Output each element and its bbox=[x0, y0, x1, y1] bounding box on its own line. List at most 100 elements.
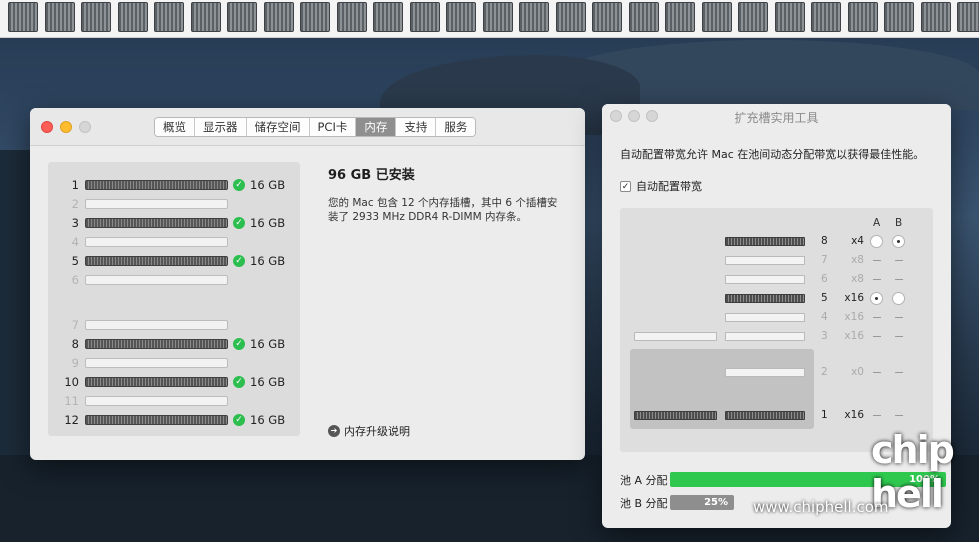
memory-slot: 8 ✓ 16 GB bbox=[48, 336, 300, 352]
auto-config-label: 自动配置带宽 bbox=[636, 180, 702, 193]
memory-slot: 1 ✓ 16 GB bbox=[48, 177, 300, 193]
dimm-chip bbox=[847, 2, 878, 32]
bandwidth-description: 自动配置带宽允许 Mac 在池间动态分配带宽以获得最佳性能。 bbox=[620, 148, 925, 161]
slot-number: 8 bbox=[821, 235, 828, 247]
dimm-chip bbox=[738, 2, 768, 32]
memory-slot: 4 bbox=[48, 234, 300, 250]
pool-a-unavailable bbox=[873, 372, 881, 373]
pool-label: 池 A 分配 bbox=[620, 474, 668, 487]
dimm-chip bbox=[519, 2, 549, 32]
memory-slot: 7 bbox=[48, 317, 300, 333]
titlebar: 概览 显示器 储存空间 PCI卡 内存 支持 服务 bbox=[30, 108, 585, 146]
arrow-right-circle-icon: ➔ bbox=[328, 425, 340, 437]
dimm-chip bbox=[482, 2, 513, 32]
slot-number: 4 bbox=[71, 235, 79, 249]
lane-width: x16 bbox=[844, 311, 864, 323]
zoom-button[interactable] bbox=[79, 121, 91, 133]
pool-a-unavailable bbox=[873, 260, 881, 261]
lane-width: x8 bbox=[851, 254, 864, 266]
empty-pcie-slot bbox=[634, 332, 717, 341]
pool-b-radio[interactable] bbox=[892, 292, 905, 305]
checkbox-icon: ✓ bbox=[620, 180, 631, 192]
slot-number: 11 bbox=[64, 394, 79, 408]
close-button[interactable] bbox=[41, 121, 53, 133]
pcie-card bbox=[725, 411, 805, 420]
pool-a-unavailable bbox=[873, 317, 881, 318]
tab-bar: 概览 显示器 储存空间 PCI卡 内存 支持 服务 bbox=[154, 117, 477, 137]
pcie-slot: 4 x16 bbox=[620, 311, 933, 324]
slot-size: 16 GB bbox=[250, 216, 286, 230]
lane-width: x16 bbox=[844, 330, 864, 342]
dimm-module bbox=[85, 339, 228, 349]
pool-a-unavailable bbox=[873, 279, 881, 280]
pool-b-unavailable bbox=[895, 336, 903, 337]
dimm-chip bbox=[227, 2, 257, 32]
slot-size: 16 GB bbox=[250, 375, 286, 389]
dimm-chip bbox=[628, 2, 659, 32]
lane-width: x0 bbox=[851, 366, 864, 378]
slot-size: 16 GB bbox=[250, 254, 286, 268]
pcie-slot: 3 x16 bbox=[620, 330, 933, 343]
pcie-slot: 6 x8 bbox=[620, 273, 933, 286]
lane-width: x16 bbox=[844, 409, 864, 421]
memory-upgrade-label: 内存升级说明 bbox=[344, 425, 410, 438]
dimm-chip bbox=[665, 2, 695, 32]
pool-b-radio[interactable] bbox=[892, 235, 905, 248]
dimm-chip bbox=[592, 2, 622, 32]
pcie-slot: 5 x16 bbox=[620, 292, 933, 305]
auto-config-checkbox[interactable]: ✓ 自动配置带宽 bbox=[620, 178, 702, 194]
dimm-chip bbox=[117, 2, 148, 32]
memory-slot: 6 bbox=[48, 272, 300, 288]
pcie-slot: 1 x16 bbox=[620, 409, 933, 422]
dimm-chip bbox=[336, 2, 367, 32]
slot-number: 7 bbox=[821, 254, 828, 266]
minimize-button[interactable] bbox=[60, 121, 72, 133]
memory-slot: 10 ✓ 16 GB bbox=[48, 374, 300, 390]
tab-0[interactable]: 概览 bbox=[155, 118, 195, 136]
checkmark-icon: ✓ bbox=[233, 338, 245, 350]
dimm-chip bbox=[811, 2, 841, 32]
pool-b-unavailable bbox=[895, 372, 903, 373]
pcie-card bbox=[634, 411, 717, 420]
memory-upgrade-link[interactable]: ➔ 内存升级说明 bbox=[328, 423, 410, 439]
tab-3[interactable]: PCI卡 bbox=[309, 118, 357, 136]
dimm-chip bbox=[446, 2, 476, 32]
checkmark-icon: ✓ bbox=[233, 414, 245, 426]
dimm-chip bbox=[8, 2, 38, 32]
pcie-slot: 2 x0 bbox=[620, 366, 933, 379]
memory-slot: 2 bbox=[48, 196, 300, 212]
slot-size: 16 GB bbox=[250, 413, 286, 427]
checkmark-icon: ✓ bbox=[233, 255, 245, 267]
pool-a-radio[interactable] bbox=[870, 235, 883, 248]
slot-number: 3 bbox=[71, 216, 79, 230]
tab-6[interactable]: 服务 bbox=[436, 118, 476, 136]
pool-b-unavailable bbox=[895, 279, 903, 280]
memory-installed: 96 GB 已安装 bbox=[328, 168, 415, 183]
tab-2[interactable]: 储存空间 bbox=[246, 118, 310, 136]
pcie-slot: 7 x8 bbox=[620, 254, 933, 267]
dimm-chip bbox=[44, 2, 75, 32]
dimm-chip bbox=[884, 2, 914, 32]
tab-1[interactable]: 显示器 bbox=[195, 118, 247, 136]
empty-slot bbox=[85, 320, 228, 330]
dimm-module bbox=[85, 377, 228, 387]
checkmark-icon: ✓ bbox=[233, 217, 245, 229]
empty-pcie-slot bbox=[725, 313, 805, 322]
dimm-chip bbox=[555, 2, 586, 32]
slot-number: 2 bbox=[821, 366, 828, 378]
pool-label: 池 B 分配 bbox=[620, 497, 668, 510]
empty-slot bbox=[85, 396, 228, 406]
dimm-chip bbox=[373, 2, 403, 32]
tab-4[interactable]: 内存 bbox=[356, 118, 397, 136]
slot-size: 16 GB bbox=[250, 178, 286, 192]
dimm-chip bbox=[263, 2, 294, 32]
empty-slot bbox=[85, 358, 228, 368]
pcie-card bbox=[725, 294, 805, 303]
empty-slot bbox=[85, 237, 228, 247]
slot-number: 3 bbox=[821, 330, 828, 342]
pool-a-radio[interactable] bbox=[870, 292, 883, 305]
tab-5[interactable]: 支持 bbox=[396, 118, 437, 136]
memory-slot: 5 ✓ 16 GB bbox=[48, 253, 300, 269]
dimm-strip-image bbox=[0, 0, 979, 38]
empty-slot bbox=[85, 275, 228, 285]
